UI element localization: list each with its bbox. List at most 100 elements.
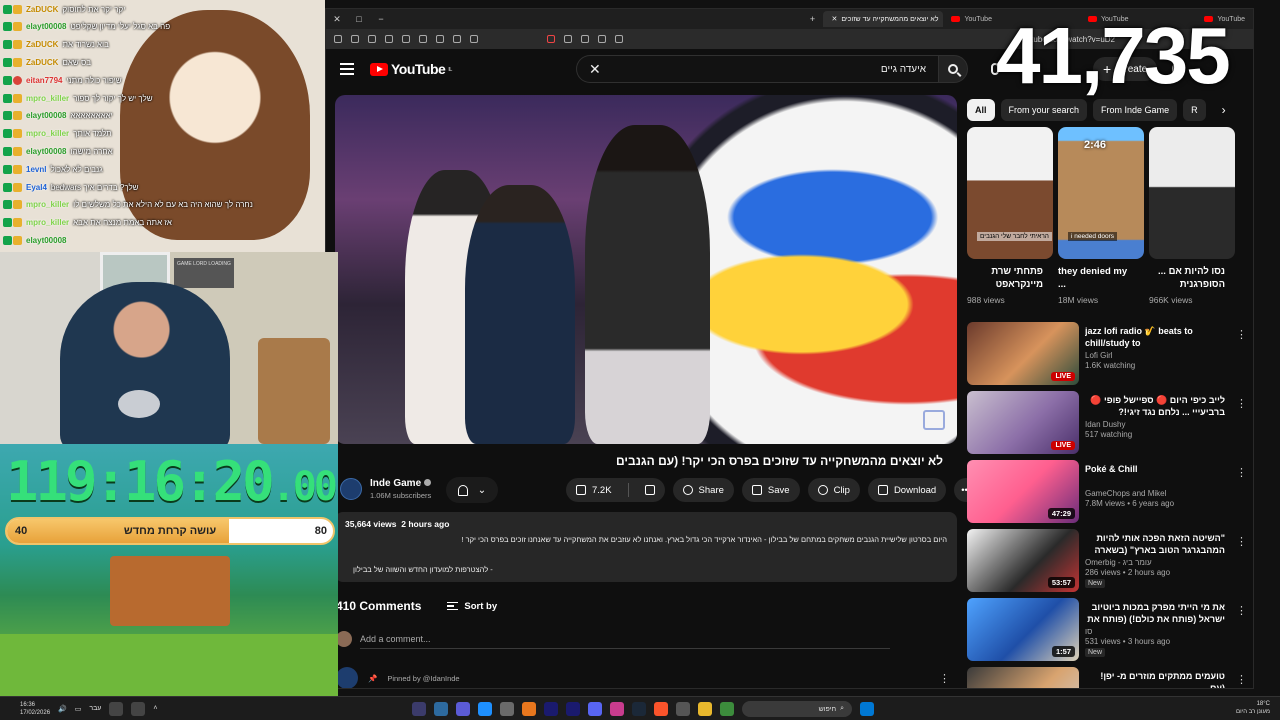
chip-from-search[interactable]: From your search [1000, 99, 1088, 121]
chevron-up-icon[interactable]: ˄ [153, 705, 157, 712]
clip-button[interactable]: Clip [807, 478, 860, 502]
chevron-right-icon[interactable]: › [1222, 103, 1226, 117]
search-button[interactable] [938, 55, 968, 83]
recommendation-item[interactable]: LIVE jazz lofi radio 🎷 beats to chill/st… [967, 322, 1247, 391]
dislike-button[interactable] [635, 478, 665, 502]
brave-rewards-icon[interactable] [547, 35, 555, 43]
screenshot-icon[interactable] [419, 35, 427, 43]
chat-username[interactable]: mpro_killer [26, 129, 69, 138]
download-button[interactable]: Download [867, 478, 947, 502]
steam-icon[interactable] [632, 702, 646, 716]
sidebar-icon[interactable] [402, 35, 410, 43]
chat-username[interactable]: mpro_killer [26, 200, 69, 209]
close-tab-icon[interactable]: ✕ [831, 15, 837, 23]
more-vertical-icon[interactable]: ⋮ [1236, 604, 1247, 617]
app-icon[interactable] [478, 702, 492, 716]
taskbar-clock[interactable]: 16:36 17/02/2026 [20, 701, 50, 717]
recommendation-channel[interactable]: Idan Dushy [1085, 420, 1225, 429]
chip-all[interactable]: All [967, 99, 995, 121]
brave-browser-icon[interactable] [654, 702, 668, 716]
search-clear-icon[interactable]: ✕ [589, 61, 601, 78]
chip-more[interactable]: R [1183, 99, 1206, 121]
chat-icon[interactable] [436, 35, 444, 43]
commenter-avatar[interactable] [336, 667, 358, 688]
weather-widget[interactable]: 18°C מעונן רב היום [1236, 700, 1270, 716]
recommendation-title[interactable]: את מי הייתי מפרק במכות ביוטיוב ישראל (פו… [1085, 601, 1225, 626]
app-icon[interactable] [522, 702, 536, 716]
short-thumbnail[interactable]: הראיתי לחבר שלי הגנבים [967, 127, 1053, 259]
recommendation-title[interactable]: jazz lofi radio 🎷 beats to chill/study t… [1085, 325, 1225, 350]
recommendation-item[interactable]: טועמים ממתקים מוזרים מ- יפן! (עם ... ⋮ [967, 667, 1247, 688]
more-vertical-icon[interactable]: ⋮ [939, 672, 950, 685]
taskbar-search[interactable]: חיפוש ⌕ [742, 701, 852, 717]
recommendation-channel[interactable]: Lofi Girl [1085, 351, 1225, 360]
input-language[interactable]: עבר [89, 705, 101, 712]
discord-icon[interactable] [588, 702, 602, 716]
vpn-icon[interactable] [470, 35, 478, 43]
recommendation-item[interactable]: 47:29 Poké & Chill GameChops and Mikel 7… [967, 460, 1247, 529]
recommendation-item[interactable]: LIVE לייב כיפי היום 🔴 ספיישל פופי 🔴 ברבי… [967, 391, 1247, 460]
subscribed-bell-button[interactable]: ⌄ [446, 477, 498, 503]
sort-by-button[interactable]: Sort by [447, 601, 497, 612]
app-icon[interactable] [676, 702, 690, 716]
windows-start-icon[interactable] [860, 702, 874, 716]
new-tab-icon[interactable]: + [801, 14, 823, 24]
recommendation-item[interactable]: 53:57 "השיטה הזאת הפכה אותי להיות המהבגר… [967, 529, 1247, 598]
video-thumbnail[interactable] [967, 667, 1079, 688]
short-item[interactable]: נסו להיות אם ... הסופרגנית 966K views [1149, 127, 1235, 305]
app-icon[interactable] [434, 702, 448, 716]
chat-username[interactable]: 1evnl [26, 165, 46, 174]
video-thumbnail[interactable]: LIVE [967, 322, 1079, 385]
recommendation-title[interactable]: לייב כיפי היום 🔴 ספיישל פופי 🔴 ברביעייי … [1085, 394, 1225, 419]
obs-icon[interactable] [412, 702, 426, 716]
menu-icon[interactable] [340, 63, 354, 75]
more-vertical-icon[interactable]: ⋮ [1236, 673, 1247, 686]
file-explorer-icon[interactable] [698, 702, 712, 716]
volume-icon[interactable]: 🔊 [58, 705, 67, 713]
chat-username[interactable]: eitan7794 [26, 76, 62, 85]
chat-username[interactable]: mpro_killer [26, 218, 69, 227]
brave-shield-icon[interactable] [564, 35, 572, 43]
like-button[interactable]: 7.2K [566, 478, 622, 502]
short-title[interactable]: נסו להיות אם ... הסופרגנית [1149, 265, 1235, 293]
chip-from-channel[interactable]: From Inde Game [1093, 99, 1178, 121]
chat-username[interactable]: elayt00008 [26, 236, 66, 245]
channel-avatar[interactable] [340, 478, 362, 500]
reload-icon[interactable] [581, 35, 589, 43]
chat-username[interactable]: mpro_killer [26, 94, 69, 103]
extension-icon[interactable] [334, 35, 342, 43]
more-vertical-icon[interactable]: ⋮ [1236, 397, 1247, 410]
tab-active[interactable]: ✕ לא יוצאים מהמשחקייה עד שזוכים [823, 11, 944, 27]
chat-username[interactable]: ZaDUCK [26, 58, 58, 67]
chat-username[interactable]: ZaDUCK [26, 5, 58, 14]
video-player[interactable] [335, 95, 957, 444]
tray-app-icon[interactable] [131, 701, 146, 716]
channel-watermark-icon[interactable] [923, 410, 945, 430]
chat-username[interactable]: elayt00008 [26, 22, 66, 31]
search-input[interactable]: ✕ איעדה גיים [576, 55, 938, 83]
recommendation-title[interactable]: "השיטה הזאת הפכה אותי להיות המהבגרגר הטו… [1085, 532, 1225, 557]
app-icon[interactable] [610, 702, 624, 716]
premiere-icon[interactable] [566, 702, 580, 716]
chat-username[interactable]: Eyal4 [26, 183, 47, 192]
video-thumbnail[interactable]: 1:57 [967, 598, 1079, 661]
network-icon[interactable]: ▭ [75, 705, 82, 713]
more-vertical-icon[interactable]: ⋮ [1236, 328, 1247, 341]
short-thumbnail[interactable]: 2:46 i needed doors [1058, 127, 1144, 259]
app-icon[interactable] [720, 702, 734, 716]
chat-username[interactable]: ZaDUCK [26, 40, 58, 49]
search-icon[interactable] [615, 35, 623, 43]
app-icon[interactable] [500, 702, 514, 716]
more-vertical-icon[interactable]: ⋮ [1236, 466, 1247, 479]
close-window-icon[interactable]: ✕ [326, 14, 348, 25]
after-effects-icon[interactable] [544, 702, 558, 716]
bookmark-icon[interactable] [385, 35, 393, 43]
tray-app-icon[interactable] [109, 701, 124, 716]
video-thumbnail[interactable]: 47:29 [967, 460, 1079, 523]
recommendation-channel[interactable]: סו [1085, 627, 1225, 636]
tab-youtube-1[interactable]: YouTube [943, 11, 1000, 27]
tabs-icon[interactable] [598, 35, 606, 43]
channel-name[interactable]: Inde Game [370, 478, 421, 489]
short-item[interactable]: הראיתי לחבר שלי הגנבים פתחתי שרת מיינקרא… [967, 127, 1053, 305]
maximize-window-icon[interactable]: □ [348, 14, 370, 24]
